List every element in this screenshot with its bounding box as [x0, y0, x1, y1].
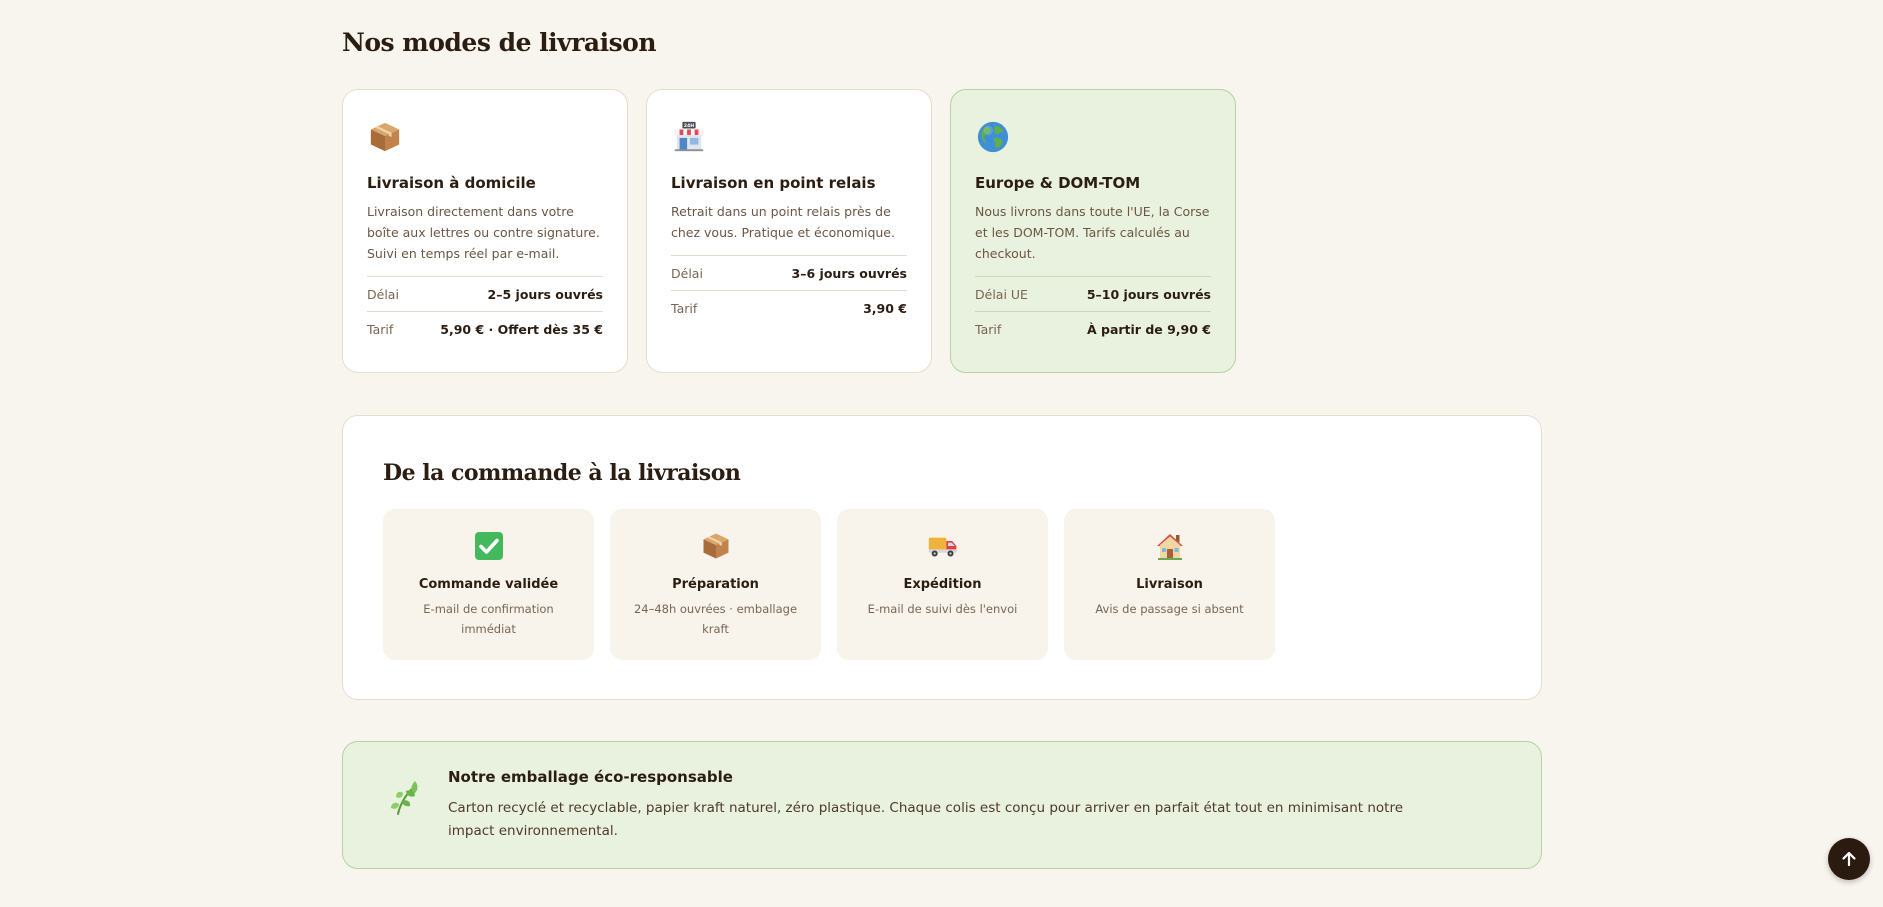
- shipping-card-europe: Europe & DOM-TOM Nous livrons dans toute…: [950, 89, 1236, 373]
- card-description: Nous livrons dans toute l'UE, la Corse e…: [975, 204, 1210, 261]
- eco-title: Notre emballage éco-responsable: [448, 768, 733, 786]
- process-step-order-validated: Commande validée E-mail de confirmation …: [383, 509, 594, 660]
- detail-label: Délai: [367, 286, 399, 302]
- card-details: Délai 3–6 jours ouvrés Tarif 3,90 €: [671, 255, 907, 325]
- store-24h-icon: 24H: [674, 121, 704, 152]
- back-to-top-button[interactable]: [1828, 838, 1870, 880]
- detail-value: 3,90 €: [863, 300, 907, 316]
- shipping-card-relay: 24H Livraison en point relais Retrait da…: [646, 89, 932, 373]
- card-description: Livraison directement dans votre boîte a…: [367, 204, 600, 261]
- shipping-card-home: Livraison à domicile Livraison directeme…: [342, 89, 628, 373]
- detail-label: Tarif: [367, 321, 394, 337]
- delivery-truck-icon: [928, 537, 956, 557]
- card-description: Retrait dans un point relais près de che…: [671, 204, 895, 240]
- card-title: Livraison à domicile: [367, 174, 536, 192]
- detail-row-delay: Délai UE 5–10 jours ouvrés: [975, 277, 1211, 311]
- detail-label: Délai: [671, 265, 703, 281]
- process-title: De la commande à la livraison: [383, 460, 741, 486]
- check-box-icon: [474, 532, 503, 560]
- detail-value: 2–5 jours ouvrés: [487, 286, 603, 302]
- card-details: Délai 2–5 jours ouvrés Tarif 5,90 € · Of…: [367, 276, 603, 346]
- leaf-icon: [391, 781, 418, 815]
- process-step-shipping: Expédition E-mail de suivi dès l'envoi: [837, 509, 1048, 660]
- detail-row-price: Tarif 5,90 € · Offert dès 35 €: [367, 311, 603, 346]
- svg-text:24H: 24H: [684, 123, 695, 129]
- detail-row-delay: Délai 3–6 jours ouvrés: [671, 256, 907, 290]
- detail-row-price: Tarif À partir de 9,90 €: [975, 311, 1211, 346]
- globe-icon: [977, 121, 1009, 153]
- arrow-up-icon: [1842, 851, 1856, 867]
- step-description: E-mail de suivi dès l'envoi: [867, 602, 1018, 616]
- detail-label: Délai UE: [975, 286, 1028, 302]
- detail-label: Tarif: [975, 321, 1002, 337]
- detail-value: 5–10 jours ouvrés: [1086, 286, 1211, 302]
- card-details: Délai UE 5–10 jours ouvrés Tarif À parti…: [975, 276, 1211, 346]
- eco-description: Carton recyclé et recyclable, papier kra…: [448, 800, 1404, 839]
- eco-packaging-banner: Notre emballage éco-responsable Carton r…: [342, 741, 1542, 869]
- detail-value: 5,90 € · Offert dès 35 €: [440, 321, 603, 337]
- step-title: Expédition: [903, 577, 982, 592]
- package-icon: [370, 122, 400, 152]
- step-title: Livraison: [1136, 577, 1203, 592]
- card-title: Livraison en point relais: [671, 174, 876, 192]
- detail-label: Tarif: [671, 300, 698, 316]
- process-step-preparation: Préparation 24–48h ouvrées · emballage k…: [610, 509, 821, 660]
- step-description: 24–48h ouvrées · emballage kraft: [633, 602, 798, 636]
- detail-value: 3–6 jours ouvrés: [791, 265, 907, 281]
- detail-row-delay: Délai 2–5 jours ouvrés: [367, 277, 603, 311]
- order-process-panel: De la commande à la livraison Commande v…: [342, 415, 1542, 700]
- detail-row-price: Tarif 3,90 €: [671, 290, 907, 325]
- process-step-delivery: Livraison Avis de passage si absent: [1064, 509, 1275, 660]
- step-description: Avis de passage si absent: [1095, 602, 1244, 616]
- step-title: Commande validée: [418, 577, 559, 592]
- step-description: E-mail de confirmation immédiat: [423, 602, 554, 636]
- step-title: Préparation: [672, 577, 759, 592]
- package-icon: [703, 533, 728, 559]
- card-title: Europe & DOM-TOM: [975, 174, 1141, 192]
- shipping-section-title: Nos modes de livraison: [342, 28, 657, 57]
- detail-value: À partir de 9,90 €: [1086, 321, 1211, 337]
- house-icon: [1156, 534, 1183, 560]
